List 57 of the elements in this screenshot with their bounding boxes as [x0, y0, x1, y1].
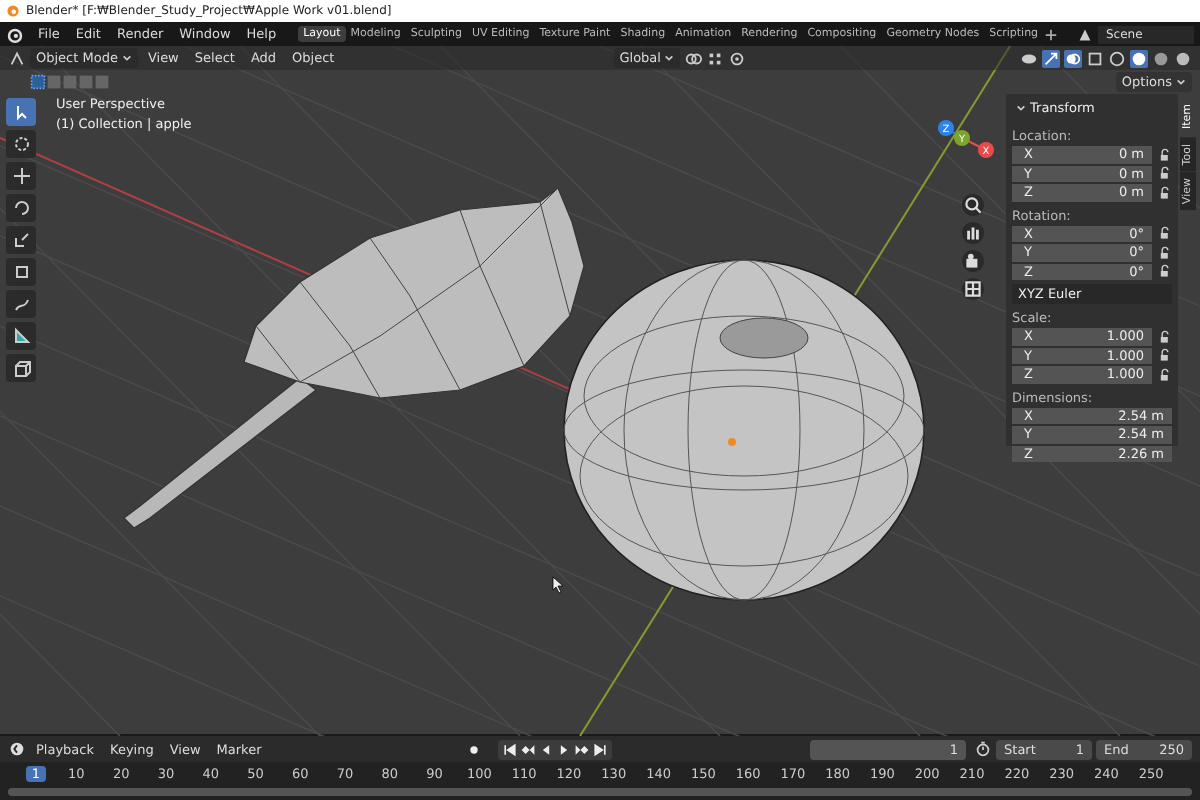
editor-type-icon[interactable] [8, 740, 26, 758]
snap-icon[interactable] [706, 49, 725, 67]
play-icon[interactable] [555, 741, 572, 757]
lock-icon[interactable] [1158, 185, 1172, 200]
caret-icon [121, 54, 132, 63]
move-tool-icon [11, 166, 31, 186]
caret-icon [664, 54, 675, 63]
transform-tool-icon [11, 262, 31, 282]
rotate-tool-icon [11, 198, 31, 218]
lock-icon[interactable] [1158, 166, 1172, 181]
tool-button[interactable] [6, 354, 36, 382]
scrollbar[interactable] [8, 788, 1192, 796]
tool-button[interactable] [6, 226, 36, 254]
next-keyframe-icon[interactable] [573, 741, 590, 757]
jump-end-icon[interactable] [591, 741, 608, 757]
mouse-pointer-icon [552, 576, 564, 594]
play-reverse-icon[interactable] [537, 741, 554, 757]
stopwatch-icon[interactable] [974, 740, 993, 758]
add-cube-tool-icon [11, 358, 31, 378]
gizmo-toggle-icon[interactable] [1042, 49, 1060, 67]
editor-type-icon[interactable] [8, 49, 26, 67]
keyframe-dot-icon[interactable] [465, 741, 482, 757]
lock-icon[interactable] [1158, 264, 1172, 279]
zoom-icon[interactable] [962, 194, 984, 216]
lock-icon[interactable] [1158, 367, 1172, 382]
cursor-tool-icon [11, 134, 31, 154]
lock-icon[interactable] [1158, 226, 1172, 241]
overlay-toggle-icon[interactable] [1064, 49, 1082, 67]
tool-button[interactable] [6, 258, 36, 286]
tool-button[interactable] [6, 162, 36, 190]
grid-icon[interactable] [962, 278, 984, 300]
add-icon[interactable] [1043, 27, 1058, 41]
jump-start-icon[interactable] [501, 741, 518, 757]
lock-icon[interactable] [1158, 348, 1172, 363]
tool-button[interactable] [6, 322, 36, 350]
pivot-icon[interactable] [684, 49, 703, 67]
select-tool-icon [11, 102, 31, 122]
rendered-shading-icon[interactable] [1174, 49, 1192, 67]
measure-tool-icon [11, 326, 31, 346]
lock-icon[interactable] [1158, 245, 1172, 260]
scale-tool-icon [11, 230, 31, 250]
visibility-icon[interactable] [1020, 49, 1038, 67]
tool-button[interactable] [6, 194, 36, 222]
previous-keyframe-icon[interactable] [519, 741, 536, 757]
material-shading-icon[interactable] [1152, 49, 1170, 67]
collapse-caret-icon[interactable] [1016, 104, 1026, 112]
tool-button[interactable] [6, 290, 36, 318]
tool-button[interactable] [6, 130, 36, 158]
tool-button[interactable] [6, 98, 36, 126]
xray-icon[interactable] [1086, 49, 1104, 67]
lock-icon[interactable] [1158, 329, 1172, 344]
wireframe-shading-icon[interactable] [1108, 49, 1126, 67]
proportional-edit-icon[interactable] [728, 49, 747, 67]
solid-shading-icon[interactable] [1130, 49, 1148, 67]
annotate-tool-icon [11, 294, 31, 314]
lock-icon[interactable] [1158, 147, 1172, 162]
caret-icon [1176, 77, 1186, 86]
